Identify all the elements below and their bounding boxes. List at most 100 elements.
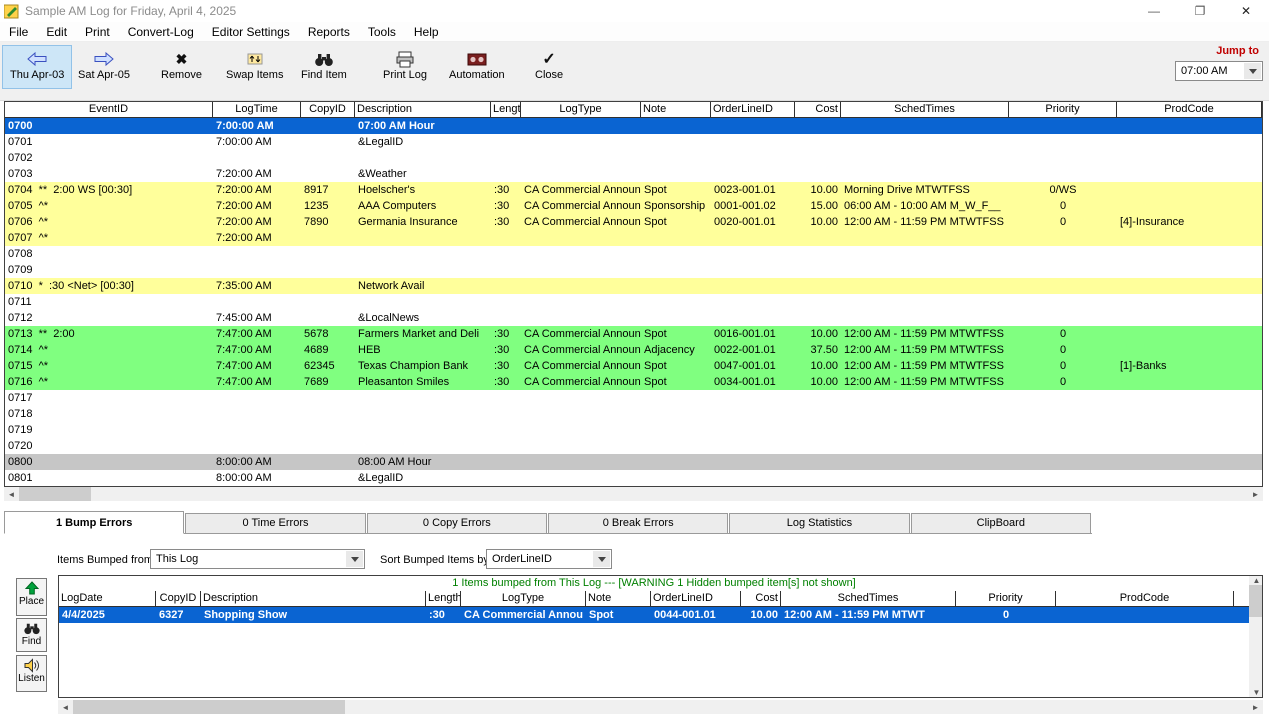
column-header-eventid[interactable]: EventID bbox=[5, 102, 213, 117]
log-row[interactable]: 07127:45:00 AM&LocalNews bbox=[5, 310, 1262, 326]
swap-items-button[interactable]: Swap Items bbox=[218, 45, 291, 89]
menu-item-tools[interactable]: Tools bbox=[359, 22, 405, 42]
log-row[interactable]: 0708 bbox=[5, 246, 1262, 262]
column-header-note[interactable]: Note bbox=[586, 591, 651, 606]
column-header-orderlineid[interactable]: OrderLineID bbox=[651, 591, 741, 606]
cell-logtype: CA Commercial Announce bbox=[521, 214, 641, 230]
column-header-logtype[interactable]: LogType bbox=[521, 102, 641, 117]
cell-note bbox=[641, 310, 711, 326]
column-header-prodcode[interactable]: ProdCode bbox=[1117, 102, 1262, 117]
scroll-thumb[interactable] bbox=[1249, 585, 1262, 617]
column-header-description[interactable]: Description bbox=[201, 591, 426, 606]
log-row[interactable]: 0718 bbox=[5, 406, 1262, 422]
log-row[interactable]: 0716 ^*7:47:00 AM7689Pleasanton Smiles:3… bbox=[5, 374, 1262, 390]
column-header-note[interactable]: Note bbox=[641, 102, 711, 117]
tab-clipboard[interactable]: ClipBoard bbox=[911, 513, 1091, 533]
jump-to-select[interactable]: 07:00 AM bbox=[1175, 61, 1263, 81]
print-log-button[interactable]: Print Log bbox=[375, 45, 435, 89]
scroll-right-icon[interactable]: ► bbox=[1248, 700, 1263, 714]
cell-description: Shopping Show bbox=[201, 607, 426, 623]
scroll-track[interactable] bbox=[345, 700, 1248, 714]
menu-item-file[interactable]: File bbox=[0, 22, 37, 42]
log-row[interactable]: 0711 bbox=[5, 294, 1262, 310]
column-header-description[interactable]: Description bbox=[355, 102, 491, 117]
log-row[interactable]: 07037:20:00 AM&Weather bbox=[5, 166, 1262, 182]
log-row[interactable]: 0720 bbox=[5, 438, 1262, 454]
menu-item-convert-log[interactable]: Convert-Log bbox=[119, 22, 203, 42]
log-row[interactable]: 0709 bbox=[5, 262, 1262, 278]
minimize-button[interactable]: — bbox=[1131, 0, 1177, 22]
tab-1-bump-errors[interactable]: 1 Bump Errors bbox=[4, 511, 184, 534]
log-row[interactable]: 0706 ^*7:20:00 AM7890Germania Insurance:… bbox=[5, 214, 1262, 230]
column-header-copyid[interactable]: CopyID bbox=[301, 102, 355, 117]
scroll-track[interactable] bbox=[1249, 617, 1262, 688]
chevron-down-icon[interactable] bbox=[346, 551, 363, 567]
column-header-cost[interactable]: Cost bbox=[741, 591, 781, 606]
menu-item-help[interactable]: Help bbox=[405, 22, 448, 42]
scroll-left-icon[interactable]: ◄ bbox=[58, 700, 73, 714]
column-header-schedtimes[interactable]: SchedTimes bbox=[781, 591, 956, 606]
column-header-logdate[interactable]: LogDate bbox=[59, 591, 156, 606]
cell-length bbox=[491, 406, 521, 422]
items-bumped-from-select[interactable]: This Log bbox=[150, 549, 365, 569]
close-log-button[interactable]: ✓ Close bbox=[527, 45, 571, 89]
log-row[interactable]: 08018:00:00 AM&LegalID bbox=[5, 470, 1262, 486]
log-row[interactable]: 0717 bbox=[5, 390, 1262, 406]
column-header-cost[interactable]: Cost bbox=[795, 102, 841, 117]
log-row[interactable]: 0714 ^*7:47:00 AM4689HEB:30CA Commercial… bbox=[5, 342, 1262, 358]
menu-item-edit[interactable]: Edit bbox=[37, 22, 76, 42]
log-row[interactable]: 0705 ^*7:20:00 AM1235AAA Computers:30CA … bbox=[5, 198, 1262, 214]
find-button[interactable]: Find bbox=[16, 618, 47, 652]
log-row[interactable]: 07007:00:00 AM07:00 AM Hour bbox=[5, 118, 1262, 134]
prev-day-button[interactable]: Thu Apr-03 bbox=[2, 45, 72, 89]
automation-button[interactable]: Automation bbox=[441, 45, 513, 89]
column-header-copyid[interactable]: CopyID bbox=[156, 591, 201, 606]
scroll-right-icon[interactable]: ► bbox=[1248, 487, 1263, 501]
tab-log-statistics[interactable]: Log Statistics bbox=[729, 513, 909, 533]
scroll-thumb[interactable] bbox=[19, 487, 91, 501]
menu-item-print[interactable]: Print bbox=[76, 22, 119, 42]
cell-schedtimes: Morning Drive MTWTFSS bbox=[841, 182, 1009, 198]
cell-length bbox=[491, 262, 521, 278]
column-header-priority[interactable]: Priority bbox=[956, 591, 1056, 606]
log-row[interactable]: 0710 * :30 <Net> [00:30]7:35:00 AMNetwor… bbox=[5, 278, 1262, 294]
scroll-down-icon[interactable]: ▼ bbox=[1249, 688, 1263, 697]
column-header-orderlineid[interactable]: OrderLineID bbox=[711, 102, 795, 117]
scroll-thumb[interactable] bbox=[73, 700, 345, 714]
cell-copyid bbox=[301, 310, 355, 326]
column-header-priority[interactable]: Priority bbox=[1009, 102, 1117, 117]
scroll-track[interactable] bbox=[91, 487, 1248, 501]
log-row[interactable]: 08008:00:00 AM08:00 AM Hour bbox=[5, 454, 1262, 470]
tab-0-time-errors[interactable]: 0 Time Errors bbox=[185, 513, 365, 533]
place-button[interactable]: Place bbox=[16, 578, 47, 616]
log-row[interactable]: 07017:00:00 AM&LegalID bbox=[5, 134, 1262, 150]
log-row[interactable]: 0707 ^*7:20:00 AM bbox=[5, 230, 1262, 246]
log-row[interactable]: 0702 bbox=[5, 150, 1262, 166]
sort-bumped-items-select[interactable]: OrderLineID bbox=[486, 549, 612, 569]
find-item-button[interactable]: Find Item bbox=[293, 45, 355, 89]
scroll-left-icon[interactable]: ◄ bbox=[4, 487, 19, 501]
tab-0-break-errors[interactable]: 0 Break Errors bbox=[548, 513, 728, 533]
next-day-button[interactable]: Sat Apr-05 bbox=[70, 45, 138, 89]
column-header-logtime[interactable]: LogTime bbox=[213, 102, 301, 117]
maximize-button[interactable]: ❐ bbox=[1177, 0, 1223, 22]
chevron-down-icon[interactable] bbox=[1244, 63, 1261, 79]
column-header-prodcode[interactable]: ProdCode bbox=[1056, 591, 1234, 606]
column-header-length[interactable]: Length bbox=[426, 591, 461, 606]
log-row[interactable]: 0704 ** 2:00 WS [00:30]7:20:00 AM8917Hoe… bbox=[5, 182, 1262, 198]
listen-button[interactable]: Listen bbox=[16, 655, 47, 692]
menu-item-editor-settings[interactable]: Editor Settings bbox=[203, 22, 299, 42]
log-row[interactable]: 0713 ** 2:007:47:00 AM5678Farmers Market… bbox=[5, 326, 1262, 342]
scroll-up-icon[interactable]: ▲ bbox=[1249, 576, 1263, 585]
bump-row[interactable]: 4/4/20256327Shopping Show:30CA Commercia… bbox=[59, 607, 1249, 623]
log-row[interactable]: 0715 ^*7:47:00 AM62345Texas Champion Ban… bbox=[5, 358, 1262, 374]
chevron-down-icon[interactable] bbox=[593, 551, 610, 567]
column-header-schedtimes[interactable]: SchedTimes bbox=[841, 102, 1009, 117]
column-header-length[interactable]: Length bbox=[491, 102, 521, 117]
close-window-button[interactable]: ✕ bbox=[1223, 0, 1269, 22]
log-row[interactable]: 0719 bbox=[5, 422, 1262, 438]
menu-item-reports[interactable]: Reports bbox=[299, 22, 359, 42]
tab-0-copy-errors[interactable]: 0 Copy Errors bbox=[367, 513, 547, 533]
remove-button[interactable]: ✖ Remove bbox=[153, 45, 210, 89]
column-header-logtype[interactable]: LogType bbox=[461, 591, 586, 606]
